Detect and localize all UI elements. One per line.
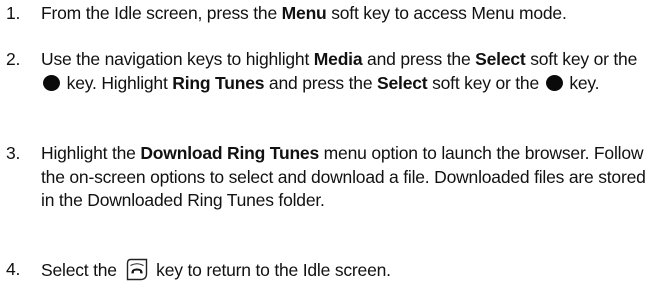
filled-circle-icon [43,74,60,91]
filled-circle-icon [545,74,563,91]
download-ring-tunes-label: Download Ring Tunes [140,143,320,163]
step-3: 3. Highlight the Download Ring Tunes men… [0,142,654,213]
step-number: 1. [6,3,21,23]
step-text: Highlight the Download Ring Tunes menu o… [41,143,646,210]
media-label: Media [313,49,363,69]
step-4: 4. Select the key to return to the Idle … [0,258,654,288]
step-number: 4. [6,259,21,279]
step-text: Use the navigation keys to highlight Med… [41,49,638,93]
ring-tunes-label: Ring Tunes [172,72,265,93]
instruction-list: 1. From the Idle screen, press the Menu … [0,0,654,283]
phone-end-key-icon [125,258,149,288]
select-key-label: Select [475,49,526,69]
step-number: 3. [6,143,21,163]
step-number: 2. [6,49,21,69]
select-key-label: Select [377,72,428,93]
step-2: 2. Use the navigation keys to highlight … [0,48,654,95]
step-1: 1. From the Idle screen, press the Menu … [0,2,654,26]
menu-key-label: Menu [281,3,327,23]
step-text: From the Idle screen, press the Menu sof… [41,3,567,23]
step-text: Select the key to return to the Idle scr… [41,258,653,288]
